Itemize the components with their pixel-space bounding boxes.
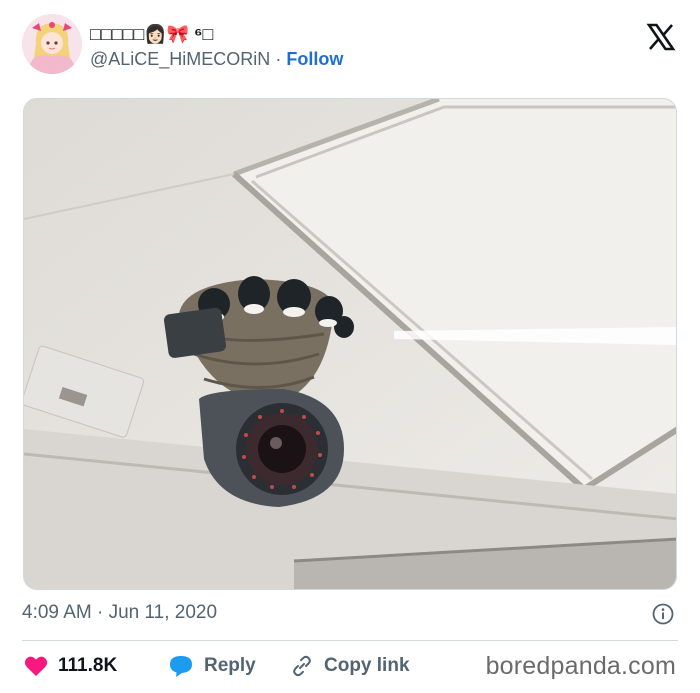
watermark: boredpanda.com — [485, 652, 676, 680]
avatar-illustration — [22, 14, 82, 74]
like-count: 111.8K — [58, 655, 118, 676]
handle-row: @ALiCE_HiMECORiN · Follow — [90, 46, 343, 72]
avatar[interactable] — [22, 14, 82, 74]
copy-link-label: Copy link — [324, 655, 410, 676]
reply-label: Reply — [204, 655, 256, 676]
tweet-timestamp[interactable]: 4:09 AM · Jun 11, 2020 — [22, 600, 217, 626]
user-info: □□□□□👩🏻🎀 ⁶□ @ALiCE_HiMECORiN · Follow — [90, 22, 343, 72]
user-handle[interactable]: @ALiCE_HiMECORiN — [90, 49, 270, 69]
link-icon — [293, 655, 311, 677]
speech-bubble-icon — [170, 656, 192, 677]
info-icon[interactable] — [652, 603, 674, 625]
display-name[interactable]: □□□□□👩🏻🎀 ⁶□ — [90, 22, 343, 46]
reply-button[interactable]: Reply — [168, 652, 256, 680]
copy-link-button[interactable]: Copy link — [290, 652, 410, 680]
heart-icon — [24, 656, 48, 676]
photo-camera-nest — [24, 99, 676, 589]
x-logo-icon[interactable] — [646, 22, 676, 52]
like-button[interactable]: 111.8K — [24, 652, 117, 680]
separator-dot: · — [275, 49, 282, 69]
divider — [22, 640, 678, 641]
tweet-header: □□□□□👩🏻🎀 ⁶□ @ALiCE_HiMECORiN · Follow — [22, 14, 678, 80]
tweet-actions: 111.8K Reply Copy link boredpanda.com — [22, 652, 678, 682]
follow-button[interactable]: Follow — [286, 49, 343, 69]
tweet-photo[interactable] — [23, 98, 677, 590]
